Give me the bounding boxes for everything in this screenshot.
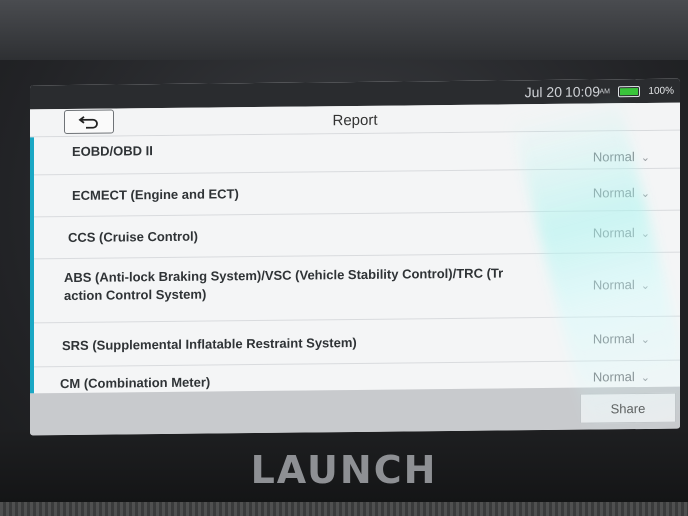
status-dropdown[interactable]: Normal ⌄ bbox=[592, 369, 650, 385]
system-label: SRS (Supplemental Inflatable Restraint S… bbox=[62, 334, 357, 354]
device-bezel: LAUNCH Jul 20 10:09 AM 100% Report EOBD/… bbox=[0, 0, 688, 516]
list-item[interactable]: SRS (Supplemental Inflatable Restraint S… bbox=[34, 316, 680, 368]
status-value: Normal bbox=[592, 331, 635, 347]
share-button[interactable]: Share bbox=[580, 392, 676, 424]
status-value: Normal bbox=[592, 185, 635, 201]
battery-percent: 100% bbox=[648, 85, 674, 97]
device-top-bezel bbox=[0, 0, 688, 60]
status-dropdown[interactable]: Normal ⌄ bbox=[592, 225, 650, 241]
system-label: ABS (Anti-lock Braking System)/VSC (Vehi… bbox=[64, 264, 503, 305]
chevron-down-icon: ⌄ bbox=[640, 151, 650, 165]
status-value: Normal bbox=[592, 149, 635, 165]
status-ampm: AM bbox=[599, 88, 611, 96]
chevron-down-icon: ⌄ bbox=[640, 371, 650, 385]
chevron-down-icon: ⌄ bbox=[640, 227, 650, 241]
system-label: EOBD/OBD II bbox=[72, 143, 153, 159]
chevron-down-icon: ⌄ bbox=[640, 187, 650, 201]
status-value: Normal bbox=[592, 277, 635, 293]
list-item[interactable]: CCS (Cruise Control) Normal ⌄ bbox=[34, 210, 680, 260]
report-list[interactable]: EOBD/OBD II Normal ⌄ ECMECT (Engine and E… bbox=[30, 130, 680, 394]
chevron-down-icon: ⌄ bbox=[640, 333, 650, 347]
battery-level bbox=[620, 88, 638, 96]
status-date: Jul 20 bbox=[524, 83, 562, 101]
system-label: CCS (Cruise Control) bbox=[68, 228, 198, 246]
status-dropdown[interactable]: Normal ⌄ bbox=[592, 185, 650, 201]
status-value: Normal bbox=[592, 369, 635, 385]
brand-logo: LAUNCH bbox=[250, 448, 438, 492]
system-label: CM (Combination Meter) bbox=[60, 374, 211, 392]
status-value: Normal bbox=[592, 225, 635, 241]
status-dropdown[interactable]: Normal ⌄ bbox=[592, 331, 650, 347]
battery-icon bbox=[618, 86, 640, 98]
status-dropdown[interactable]: Normal ⌄ bbox=[592, 277, 650, 293]
list-item[interactable]: ECMECT (Engine and ECT) Normal ⌄ bbox=[34, 168, 680, 218]
status-dropdown[interactable]: Normal ⌄ bbox=[592, 149, 650, 165]
screen: Jul 20 10:09 AM 100% Report EOBD/OBD II … bbox=[30, 78, 680, 436]
device-edge bbox=[0, 502, 688, 516]
system-label-line2: action Control System) bbox=[64, 286, 207, 304]
system-label: ECMECT (Engine and ECT) bbox=[72, 186, 239, 203]
footer-bar: Share bbox=[30, 386, 680, 436]
page-title: Report bbox=[332, 111, 378, 130]
list-item[interactable]: ABS (Anti-lock Braking System)/VSC (Vehi… bbox=[34, 252, 680, 324]
chevron-down-icon: ⌄ bbox=[640, 279, 650, 293]
status-time: 10:09 bbox=[564, 83, 600, 100]
